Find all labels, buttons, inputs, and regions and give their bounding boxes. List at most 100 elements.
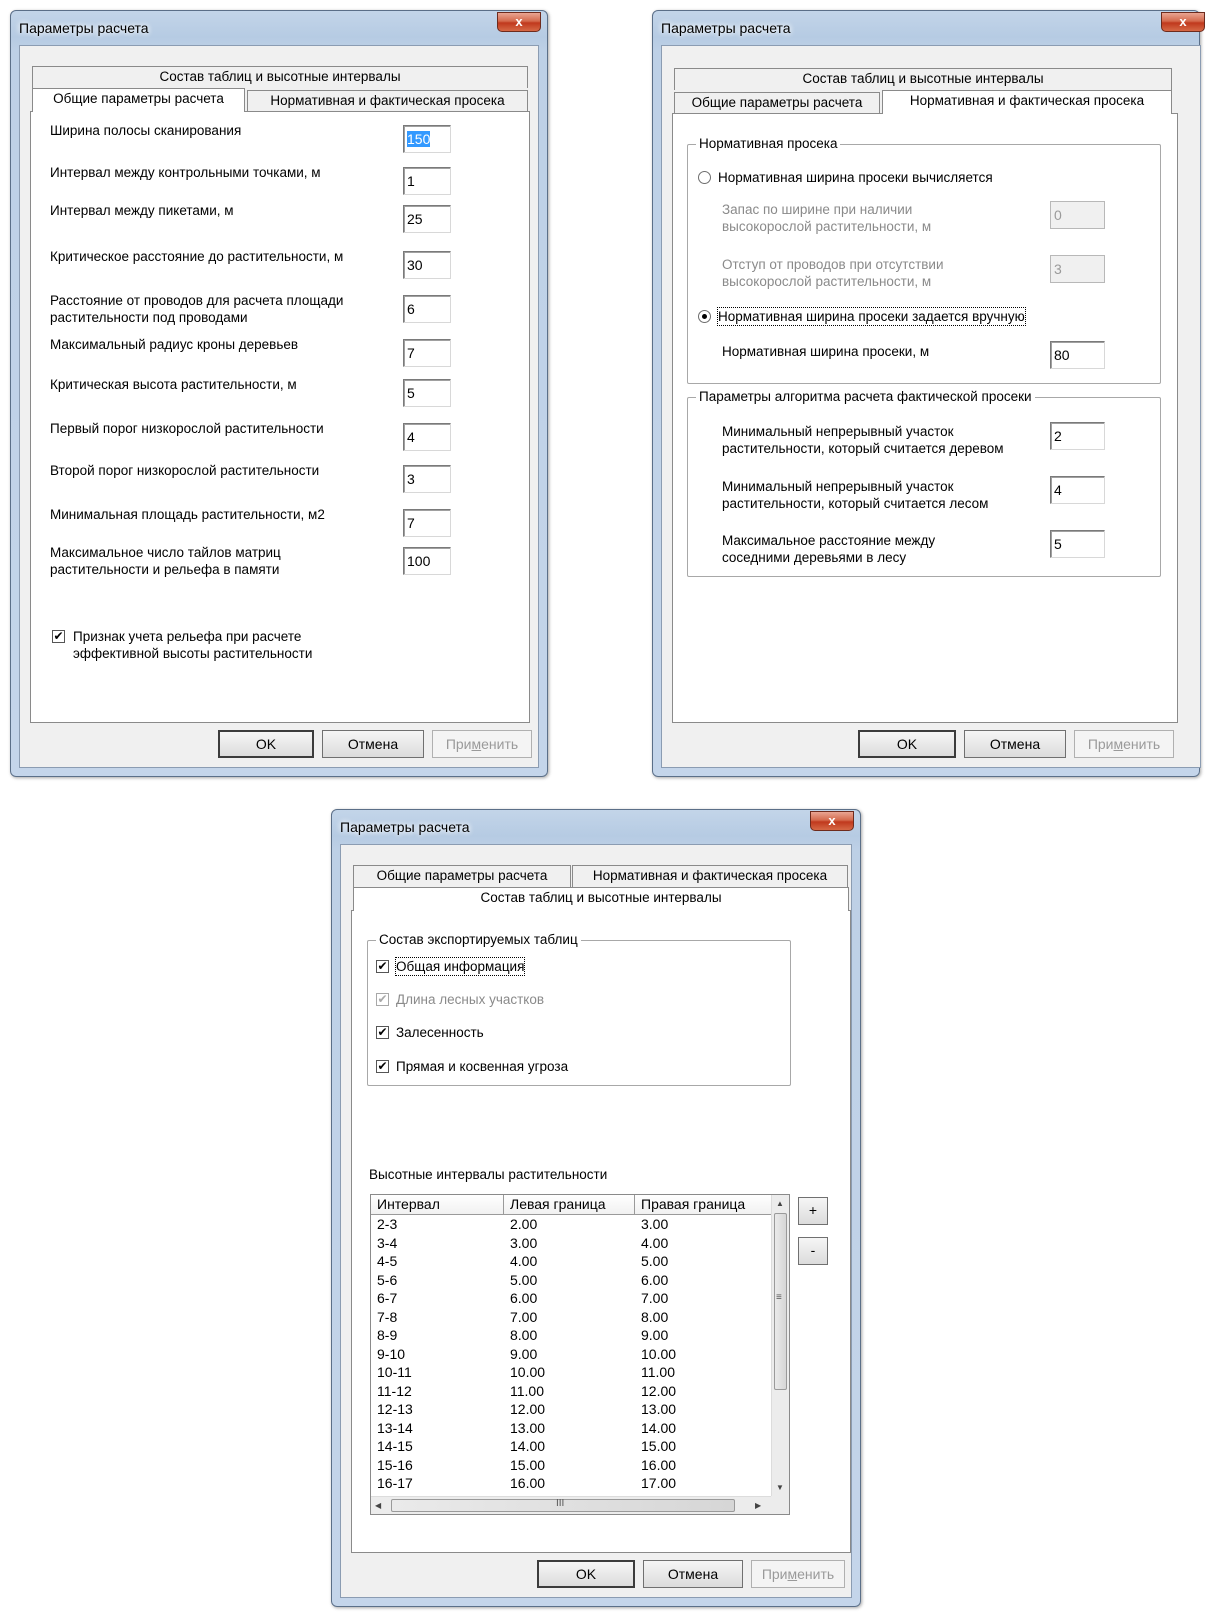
tree-input[interactable]: 2 [1050,422,1105,450]
vertical-scrollbar[interactable]: ▲ ≡ ▼ [771,1195,789,1498]
relief-checkbox[interactable]: ✔ [52,630,65,643]
field-input[interactable]: 100 [403,547,451,575]
ok-button[interactable]: OK [537,1560,635,1588]
export-checkbox[interactable]: ✔ [376,993,389,1006]
apply-button[interactable]: Применить [751,1560,845,1588]
field-input[interactable]: 25 [403,205,451,233]
distance-input[interactable]: 5 [1050,530,1105,558]
table-row[interactable]: 10-11 10.00 11.00 [371,1363,771,1381]
tab-tables[interactable]: Состав таблиц и высотные интервалы [32,66,528,88]
table-row[interactable]: 16-17 16.00 17.00 [371,1474,771,1492]
table-row[interactable]: 3-4 3.00 4.00 [371,1234,771,1252]
norm-clearing-group: Нормативная просека Нормативная ширина п… [687,135,1161,384]
table-cell: 5.00 [641,1253,669,1269]
horizontal-scroll-thumb[interactable]: III [391,1498,735,1512]
table-cell: 13.00 [510,1419,546,1436]
title-bar[interactable]: Параметры расчета x [653,11,1205,45]
cancel-button[interactable]: Отмена [964,730,1066,758]
table-cell: 6-7 [377,1290,398,1306]
export-checkbox[interactable]: ✔ [376,1060,389,1073]
table-cell: 9-10 [377,1345,406,1362]
field-input[interactable]: 6 [403,295,451,323]
offset-input[interactable]: 3 [1050,255,1105,283]
distance-label: Максимальное расстояние между соседними д… [722,533,936,565]
table-cell: 11.00 [641,1364,675,1380]
margin-input[interactable]: 0 [1050,201,1105,229]
table-cell: 6.00 [641,1271,669,1288]
tab-general[interactable]: Общие параметры расчета [353,865,571,887]
table-row[interactable]: 5-6 5.00 6.00 [371,1271,771,1289]
close-button[interactable]: x [497,12,541,32]
field-label: Расстояние от проводов для расчета площа… [50,293,344,325]
field-input[interactable]: 7 [403,339,451,367]
radio-computed[interactable] [698,171,711,184]
field-input[interactable]: 1 [403,167,451,195]
export-checkbox[interactable]: ✔ [376,960,389,973]
table-cell: 12-13 [377,1401,413,1417]
ok-button[interactable]: OK [218,730,314,758]
column-interval[interactable]: Интервал [371,1195,504,1215]
field-input[interactable]: 5 [403,379,451,407]
table-cell: 4.00 [641,1234,669,1251]
intervals-list[interactable]: Интервал Левая граница Правая граница 2-… [370,1194,790,1515]
field-input[interactable]: 150 [403,125,451,153]
table-cell: 4-5 [377,1253,398,1269]
dialog-general: Параметры расчета x Состав таблиц и высо… [10,10,548,777]
field-input[interactable]: 4 [403,423,451,451]
field-input[interactable]: 7 [403,509,451,537]
tab-general[interactable]: Общие параметры расчета [674,92,880,114]
horizontal-scrollbar[interactable]: ◀ III ▶ [371,1496,773,1514]
table-cell: 6.00 [510,1290,538,1306]
apply-button[interactable]: Применить [1074,730,1174,758]
table-row[interactable]: 12-13 12.00 13.00 [371,1400,771,1418]
table-row[interactable]: 14-15 14.00 15.00 [371,1437,771,1455]
close-icon: x [1179,14,1187,29]
cancel-button[interactable]: Отмена [322,730,424,758]
close-button[interactable]: x [810,811,854,831]
export-checkbox[interactable]: ✔ [376,1026,389,1039]
ok-button[interactable]: OK [858,730,956,758]
column-right[interactable]: Правая граница [635,1195,773,1215]
add-interval-button[interactable]: + [798,1197,828,1225]
remove-interval-button[interactable]: - [798,1237,828,1265]
tab-tables[interactable]: Состав таблиц и высотные интервалы [674,68,1172,90]
table-row[interactable]: 8-9 8.00 9.00 [371,1326,771,1344]
table-row[interactable]: 9-10 9.00 10.00 [371,1345,771,1363]
close-button[interactable]: x [1161,12,1205,32]
table-row[interactable]: 7-8 7.00 8.00 [371,1308,771,1326]
table-row[interactable]: 6-7 6.00 7.00 [371,1289,771,1307]
width-label: Нормативная ширина просеки, м [722,344,930,359]
field-label: Критическое расстояние до растительности… [50,249,344,264]
scroll-up-icon[interactable]: ▲ [776,1199,784,1208]
title-bar[interactable]: Параметры расчета x [332,810,860,844]
table-row[interactable]: 15-16 15.00 16.00 [371,1456,771,1474]
dialog-tables: Параметры расчета x Общие параметры расч… [331,809,861,1607]
table-row[interactable]: 2-3 2.00 3.00 [371,1215,771,1233]
title-bar[interactable]: Параметры расчета x [11,11,547,45]
vertical-scroll-thumb[interactable]: ≡ [774,1213,787,1390]
apply-button[interactable]: Применить [432,730,532,758]
table-cell: 15-16 [377,1456,413,1473]
width-input[interactable]: 80 [1050,341,1105,369]
table-row[interactable]: 13-14 13.00 14.00 [371,1419,771,1437]
column-left[interactable]: Левая граница [504,1195,635,1215]
field-input[interactable]: 30 [403,251,451,279]
table-row[interactable]: 11-12 11.00 12.00 [371,1382,771,1400]
tab-clearing[interactable]: Нормативная и фактическая просека [572,865,848,887]
scroll-right-icon[interactable]: ▶ [755,1501,761,1510]
table-row[interactable]: 4-5 4.00 5.00 [371,1252,771,1270]
export-checkbox-label: Длина лесных участков [396,992,545,1007]
scroll-down-icon[interactable]: ▼ [776,1483,784,1492]
field-input[interactable]: 3 [403,465,451,493]
tab-clearing[interactable]: Нормативная и фактическая просека [247,90,528,112]
cancel-button[interactable]: Отмена [643,1560,743,1588]
scroll-left-icon[interactable]: ◀ [375,1501,381,1510]
forest-input[interactable]: 4 [1050,476,1105,504]
check-icon: ✔ [377,1059,388,1073]
export-checkbox-label: Прямая и косвенная угроза [396,1059,569,1074]
radio-manual[interactable] [698,310,711,323]
tab-general[interactable]: Общие параметры расчета [32,88,245,112]
field-label: Максимальное число тайлов матриц растител… [50,545,281,577]
tab-clearing[interactable]: Нормативная и фактическая просека [882,90,1172,114]
tab-tables[interactable]: Состав таблиц и высотные интервалы [353,887,849,911]
